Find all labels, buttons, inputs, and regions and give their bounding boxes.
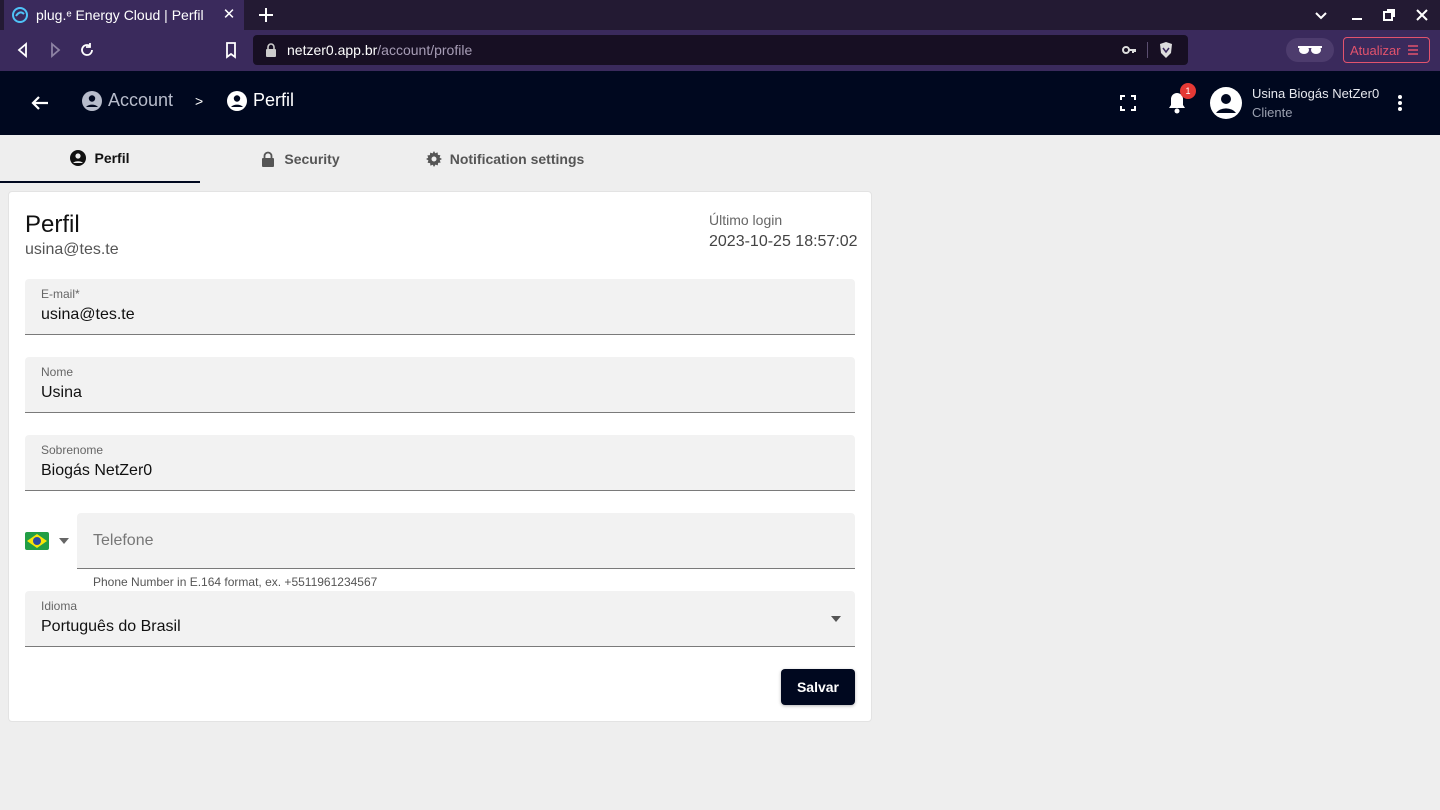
minimize-icon[interactable] (1348, 6, 1366, 24)
email-field[interactable]: E-mail* usina@tes.te (25, 279, 855, 335)
site-favicon-icon (12, 7, 28, 23)
menu-icon (1407, 45, 1418, 55)
user-role: Cliente (1252, 105, 1293, 120)
first-name-value: Usina (41, 384, 82, 401)
reload-icon[interactable] (78, 41, 96, 59)
browser-tabstrip: plug.ᵉ Energy Cloud | Perfil ✕ (0, 0, 1440, 30)
app-header: Account > Perfil 1 Usina Biogás NetZer0 … (0, 71, 1440, 135)
key-icon[interactable] (1121, 42, 1137, 58)
profile-card: Perfil usina@tes.te Último login 2023-10… (8, 191, 872, 722)
restore-icon[interactable] (1380, 6, 1398, 24)
browser-tab-title: plug.ᵉ Energy Cloud | Perfil (36, 7, 204, 23)
new-tab-icon[interactable] (256, 5, 276, 25)
more-vert-icon[interactable] (1390, 93, 1410, 113)
first-name-field[interactable]: Nome Usina (25, 357, 855, 413)
browser-tab[interactable]: plug.ᵉ Energy Cloud | Perfil ✕ (4, 0, 244, 30)
tab-perfil-label: Perfil (94, 150, 130, 166)
chevron-down-icon[interactable] (1312, 6, 1330, 24)
gear-icon (425, 151, 442, 167)
address-bar[interactable]: netzer0.app.br/account/profile (253, 35, 1188, 65)
language-value: Português do Brasil (41, 618, 181, 635)
breadcrumb-separator: > (195, 93, 204, 109)
url-host: netzer0.app.br (287, 42, 378, 58)
account-circle-icon (82, 90, 102, 111)
bookmark-icon[interactable] (222, 41, 240, 59)
language-select[interactable]: Idioma Português do Brasil (25, 591, 855, 647)
tab-security[interactable]: Security (200, 135, 400, 183)
tab-perfil[interactable]: Perfil (0, 135, 200, 183)
close-window-icon[interactable] (1413, 6, 1431, 24)
close-tab-icon[interactable]: ✕ (222, 7, 236, 22)
update-browser-button[interactable]: Atualizar (1343, 37, 1430, 63)
user-name[interactable]: Usina Biogás NetZer0 (1252, 86, 1379, 101)
language-label: Idioma (41, 599, 78, 613)
phone-placeholder: Telefone (93, 532, 154, 549)
chevron-down-icon (831, 616, 841, 622)
last-login-label: Último login (709, 212, 783, 228)
country-dropdown-icon[interactable] (59, 538, 69, 544)
phone-hint: Phone Number in E.164 format, ex. +55119… (93, 575, 378, 589)
forward-icon[interactable] (46, 41, 64, 59)
fullscreen-icon[interactable] (1119, 94, 1137, 112)
tab-notification-settings[interactable]: Notification settings (400, 135, 610, 183)
back-icon[interactable] (14, 41, 32, 59)
privacy-glasses-icon[interactable] (1286, 38, 1334, 62)
breadcrumb-account-label: Account (108, 90, 174, 110)
profile-tabs: Perfil Security Notification settings (0, 135, 1440, 183)
brave-shield-icon[interactable] (1158, 41, 1174, 59)
last-name-label: Sobrenome (41, 443, 104, 457)
breadcrumb-account[interactable]: Account (82, 90, 173, 111)
last-name-field[interactable]: Sobrenome Biogás NetZer0 (25, 435, 855, 491)
browser-toolbar: netzer0.app.br/account/profile (0, 30, 1440, 71)
update-button-label: Atualizar (1350, 42, 1401, 58)
tab-security-label: Security (284, 151, 340, 167)
lock-icon (266, 43, 276, 57)
first-name-label: Nome (41, 365, 74, 379)
account-circle-icon (70, 150, 87, 166)
lock-icon (262, 151, 275, 167)
tab-notification-label: Notification settings (449, 151, 585, 167)
breadcrumb-profile: Perfil (227, 90, 294, 111)
user-avatar-icon[interactable] (1210, 87, 1242, 119)
account-circle-icon (227, 90, 247, 111)
last-name-value: Biogás NetZer0 (41, 462, 153, 479)
save-button[interactable]: Salvar (781, 669, 855, 705)
notification-badge: 1 (1180, 83, 1196, 99)
email-field-value: usina@tes.te (41, 306, 135, 323)
separator (1147, 42, 1148, 58)
last-login-value: 2023-10-25 18:57:02 (709, 233, 858, 250)
profile-email-display: usina@tes.te (25, 241, 119, 258)
email-field-label: E-mail* (41, 287, 80, 301)
page-title: Perfil (25, 211, 80, 238)
arrow-back-icon[interactable] (30, 93, 50, 113)
breadcrumb-profile-label: Perfil (253, 90, 295, 110)
phone-input[interactable]: Telefone (77, 513, 855, 569)
url-path: /account/profile (377, 42, 473, 58)
brazil-flag-icon[interactable] (25, 532, 49, 550)
